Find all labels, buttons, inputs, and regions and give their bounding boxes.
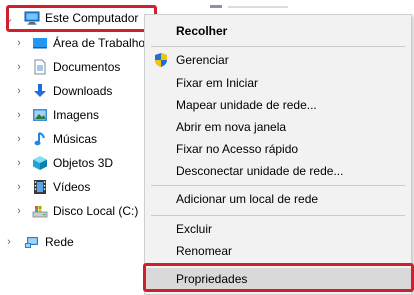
pictures-icon <box>32 107 48 123</box>
tree-item-label: Rede <box>45 235 74 249</box>
menu-item-rename[interactable]: Renomear <box>145 240 411 262</box>
tree-item-3d-objects[interactable]: › Objetos 3D <box>0 153 150 173</box>
tree-item-videos[interactable]: › Vídeos <box>0 177 150 197</box>
tree-item-music[interactable]: › Músicas <box>0 129 150 149</box>
objects-3d-icon <box>32 155 48 171</box>
menu-item-map-network-drive[interactable]: Mapear unidade de rede... <box>145 94 411 116</box>
menu-item-manage[interactable]: Gerenciar <box>145 49 411 71</box>
tree-item-downloads[interactable]: › Downloads <box>0 81 150 101</box>
menu-item-label: Recolher <box>176 24 228 38</box>
context-menu: Recolher Gerenciar Fixar em Iniciar Mape… <box>144 14 412 295</box>
menu-item-label: Desconectar unidade de rede... <box>176 164 344 178</box>
tree-item-label: Área de Trabalho <box>53 36 146 50</box>
menu-item-label: Renomear <box>176 244 233 258</box>
menu-separator <box>151 215 405 216</box>
menu-separator <box>151 46 405 47</box>
tree-item-network[interactable]: › Rede <box>0 232 150 252</box>
chevron-right-icon[interactable]: › <box>13 129 25 149</box>
tree-item-desktop[interactable]: › Área de Trabalho <box>0 33 150 53</box>
navigation-tree: ⌄ Este Computador › Área de Trabalho › D… <box>0 0 157 295</box>
menu-item-label: Gerenciar <box>176 53 229 67</box>
tree-item-label: Disco Local (C:) <box>53 204 139 218</box>
downloads-icon <box>32 83 48 99</box>
menu-item-collapse[interactable]: Recolher <box>145 20 411 42</box>
tree-item-label: Imagens <box>53 108 100 122</box>
desktop-icon <box>32 35 48 51</box>
tree-item-label: Downloads <box>53 84 113 98</box>
tree-item-label: Vídeos <box>53 180 91 194</box>
menu-item-delete[interactable]: Excluir <box>145 218 411 240</box>
chevron-right-icon[interactable]: › <box>13 153 25 173</box>
tree-item-pictures[interactable]: › Imagens <box>0 105 150 125</box>
chevron-right-icon[interactable]: › <box>13 201 25 221</box>
highlight-box-this-pc <box>6 5 157 32</box>
shield-icon <box>153 52 169 68</box>
tree-item-label: Documentos <box>53 60 121 74</box>
menu-separator <box>151 185 405 186</box>
chevron-right-icon[interactable]: › <box>13 33 25 53</box>
tree-item-label: Objetos 3D <box>53 156 114 170</box>
menu-item-label: Fixar em Iniciar <box>176 76 259 90</box>
drive-icon <box>32 203 48 219</box>
chevron-right-icon[interactable]: › <box>13 105 25 125</box>
tree-item-label: Músicas <box>53 132 98 146</box>
menu-item-add-network-location[interactable]: Adicionar um local de rede <box>145 188 411 210</box>
menu-item-label: Abrir em nova janela <box>176 120 287 134</box>
menu-item-pin-to-start[interactable]: Fixar em Iniciar <box>145 72 411 94</box>
partial-hidden-item <box>210 0 300 8</box>
menu-item-open-new-window[interactable]: Abrir em nova janela <box>145 116 411 138</box>
tree-item-local-disk[interactable]: › Disco Local (C:) <box>0 201 150 221</box>
menu-item-disconnect-network-drive[interactable]: Desconectar unidade de rede... <box>145 160 411 182</box>
documents-icon <box>32 59 48 75</box>
menu-item-label: Adicionar um local de rede <box>176 192 319 206</box>
menu-item-label: Excluir <box>176 222 213 236</box>
menu-item-pin-quick-access[interactable]: Fixar no Acesso rápido <box>145 138 411 160</box>
network-icon <box>24 234 40 250</box>
chevron-right-icon[interactable]: › <box>13 81 25 101</box>
videos-icon <box>32 179 48 195</box>
chevron-right-icon[interactable]: › <box>13 177 25 197</box>
highlight-box-properties <box>143 263 414 292</box>
music-icon <box>32 131 48 147</box>
menu-item-label: Fixar no Acesso rápido <box>176 142 299 156</box>
chevron-right-icon[interactable]: › <box>3 232 15 252</box>
tree-item-documents[interactable]: › Documentos <box>0 57 150 77</box>
chevron-right-icon[interactable]: › <box>13 57 25 77</box>
menu-item-label: Mapear unidade de rede... <box>176 98 317 112</box>
